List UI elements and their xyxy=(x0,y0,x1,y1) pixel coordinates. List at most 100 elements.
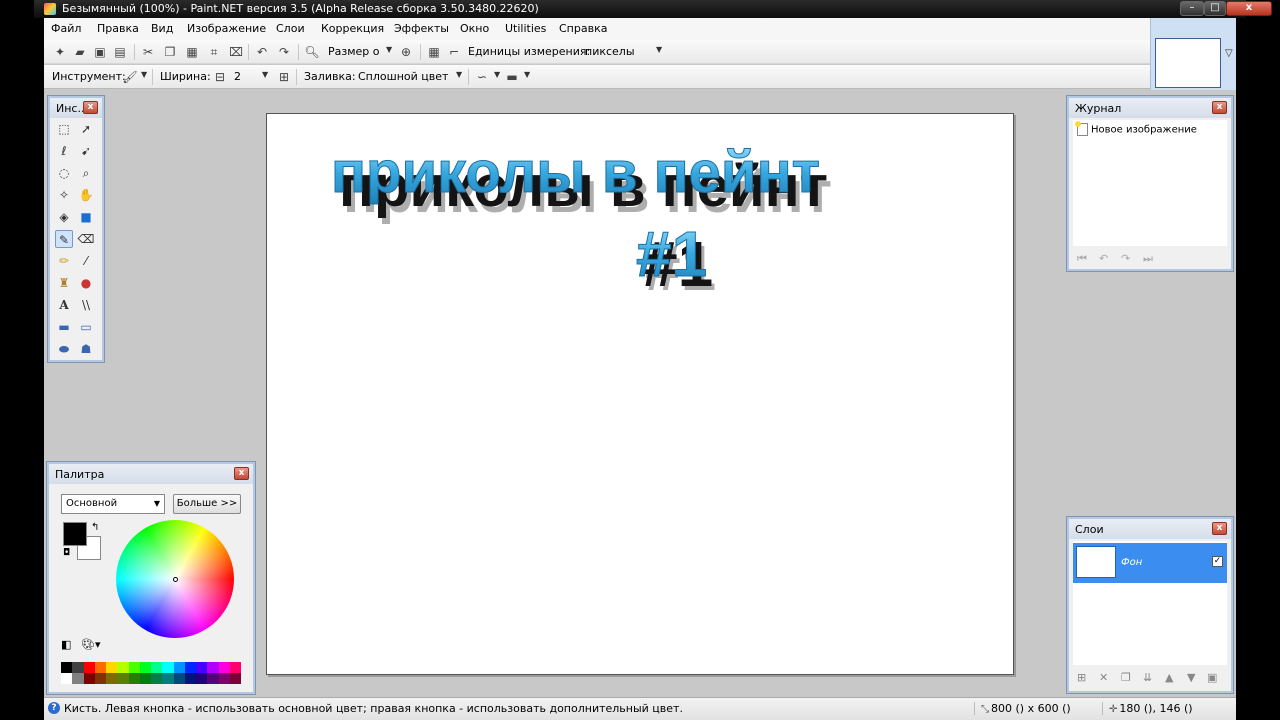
menu-window[interactable]: Окно xyxy=(460,22,489,35)
crop-icon[interactable]: ⌗ xyxy=(206,44,222,60)
image-thumbnail[interactable] xyxy=(1155,38,1221,88)
palette-close-icon[interactable]: x xyxy=(234,467,249,480)
menu-adjustments[interactable]: Коррекция xyxy=(321,22,384,35)
palette-swatch[interactable] xyxy=(61,662,73,673)
fill-dropdown-icon[interactable]: ▼ xyxy=(456,70,462,79)
undo-icon[interactable]: ↶ xyxy=(254,44,270,60)
move-layer-up-icon[interactable]: ▲ xyxy=(1165,671,1173,684)
paintbrush-icon[interactable]: ✎ xyxy=(55,230,73,248)
paint-bucket-icon[interactable]: ◈ xyxy=(55,208,73,226)
zoom-out-icon[interactable]: 🔍︎ xyxy=(304,44,320,60)
zoom-combo[interactable]: Размер о xyxy=(328,45,380,58)
zoom-in-icon[interactable]: ⊕ xyxy=(398,44,414,60)
history-close-icon[interactable]: x xyxy=(1212,101,1227,114)
color-mode-select[interactable]: Основной ▼ xyxy=(61,494,165,514)
layer-visibility-checkbox[interactable]: ✓ xyxy=(1212,556,1223,567)
palette-swatch[interactable] xyxy=(94,662,106,673)
gradient-icon[interactable]: ■ xyxy=(77,208,95,226)
clone-stamp-icon[interactable]: ♜ xyxy=(55,274,73,292)
menu-file[interactable]: Файл xyxy=(51,22,81,35)
primary-color-swatch[interactable] xyxy=(63,522,87,546)
antialiasing-icon[interactable]: ∽ xyxy=(474,69,490,85)
open-file-icon[interactable]: ▰ xyxy=(72,44,88,60)
palette-swatch[interactable] xyxy=(117,673,129,684)
palette-swatch[interactable] xyxy=(173,662,185,673)
palette-swatch[interactable] xyxy=(229,662,241,673)
redo-icon[interactable]: ↷ xyxy=(276,44,292,60)
palette-swatch[interactable] xyxy=(139,662,151,673)
palette-swatch[interactable] xyxy=(162,673,174,684)
width-dropdown-icon[interactable]: ▼ xyxy=(262,70,268,79)
pan-icon[interactable]: ✋ xyxy=(77,186,95,204)
history-window-title[interactable]: Журнал xyxy=(1069,98,1231,118)
text-icon[interactable]: A xyxy=(55,296,73,314)
move-selection-icon[interactable]: ➚ xyxy=(77,120,95,138)
antialiasing-dropdown-icon[interactable]: ▼ xyxy=(494,70,500,79)
width-input[interactable]: 2 xyxy=(234,70,241,83)
print-icon[interactable]: ▤ xyxy=(112,44,128,60)
units-select[interactable]: пикселы xyxy=(585,45,635,58)
tool-dropdown-icon[interactable]: ▼ xyxy=(141,70,147,79)
pencil-icon[interactable]: ✏ xyxy=(55,252,73,270)
width-decrease-icon[interactable]: ⊟ xyxy=(212,69,228,85)
tools-close-icon[interactable]: x xyxy=(83,101,98,114)
palette-swatch[interactable] xyxy=(94,673,106,684)
menu-edit[interactable]: Правка xyxy=(97,22,139,35)
palette-swatch[interactable] xyxy=(162,662,174,673)
zoom-icon[interactable]: ⌕ xyxy=(77,164,95,182)
eraser-icon[interactable]: ⌫ xyxy=(77,230,95,248)
maximize-button[interactable]: □ xyxy=(1204,1,1226,16)
thumbnail-scroll-icon[interactable]: ▽ xyxy=(1225,48,1233,59)
delete-layer-icon[interactable]: ✕ xyxy=(1099,671,1108,684)
color-picker-icon[interactable]: ⁄ xyxy=(77,252,95,270)
rect-select-icon[interactable]: ⬚ xyxy=(55,120,73,138)
layer-properties-icon[interactable]: ▣ xyxy=(1207,671,1217,684)
blend-mode-dropdown-icon[interactable]: ▼ xyxy=(524,70,530,79)
palette-swatch[interactable] xyxy=(72,673,84,684)
history-redo-icon[interactable]: ↷ xyxy=(1121,252,1130,265)
new-file-icon[interactable]: ✦ xyxy=(52,44,68,60)
duplicate-layer-icon[interactable]: ❐ xyxy=(1121,671,1131,684)
save-icon[interactable]: ▣ xyxy=(92,44,108,60)
cut-icon[interactable]: ✂ xyxy=(140,44,156,60)
menu-utilities[interactable]: Utilities xyxy=(505,22,546,35)
ellipse-icon[interactable]: ⬬ xyxy=(55,340,73,358)
palette-swatch[interactable] xyxy=(196,662,208,673)
palette-swatch[interactable] xyxy=(83,662,95,673)
merge-layer-icon[interactable]: ⇊ xyxy=(1143,671,1152,684)
palette-swatch[interactable] xyxy=(83,673,95,684)
palette-swatch[interactable] xyxy=(61,673,73,684)
palette-swatch[interactable] xyxy=(218,673,230,684)
menu-layers[interactable]: Слои xyxy=(276,22,305,35)
width-increase-icon[interactable]: ⊞ xyxy=(276,69,292,85)
move-selected-icon[interactable]: ➹ xyxy=(77,142,95,160)
copy-icon[interactable]: ❐ xyxy=(162,44,178,60)
history-entry[interactable]: Новое изображение xyxy=(1075,121,1197,136)
palette-swatch[interactable] xyxy=(151,673,163,684)
palette-swatch[interactable] xyxy=(128,662,140,673)
deselect-icon[interactable]: ⌧ xyxy=(228,44,244,60)
menu-effects[interactable]: Эффекты xyxy=(394,22,449,35)
menu-view[interactable]: Вид xyxy=(151,22,173,35)
palette-swatch[interactable] xyxy=(117,662,129,673)
palette-options-icon[interactable]: ◧ xyxy=(61,638,71,651)
lasso-select-icon[interactable]: ℓ xyxy=(55,142,73,160)
magic-wand-icon[interactable]: ✧ xyxy=(55,186,73,204)
palette-menu-icon[interactable]: 🎨︎▾ xyxy=(81,638,101,651)
ellipse-select-icon[interactable]: ◌ xyxy=(55,164,73,182)
palette-swatch[interactable] xyxy=(184,673,196,684)
zoom-dropdown-icon[interactable]: ▼ xyxy=(386,45,392,54)
close-window-button[interactable]: x xyxy=(1226,1,1272,16)
move-layer-down-icon[interactable]: ▼ xyxy=(1187,671,1195,684)
palette-swatch[interactable] xyxy=(207,662,219,673)
swap-colors-icon[interactable]: ↰ xyxy=(91,522,99,533)
palette-window-title[interactable]: Палитра xyxy=(49,464,253,484)
rulers-icon[interactable]: ⌐ xyxy=(446,44,462,60)
palette-swatch[interactable] xyxy=(207,673,219,684)
menu-help[interactable]: Справка xyxy=(559,22,607,35)
history-last-icon[interactable]: ⏭ xyxy=(1143,252,1153,266)
line-curve-icon[interactable]: \\ xyxy=(77,296,95,314)
paintbrush-tool-icon[interactable]: 🖌︎ xyxy=(122,69,138,85)
palette-swatch[interactable] xyxy=(196,673,208,684)
history-undo-icon[interactable]: ↶ xyxy=(1099,252,1108,265)
